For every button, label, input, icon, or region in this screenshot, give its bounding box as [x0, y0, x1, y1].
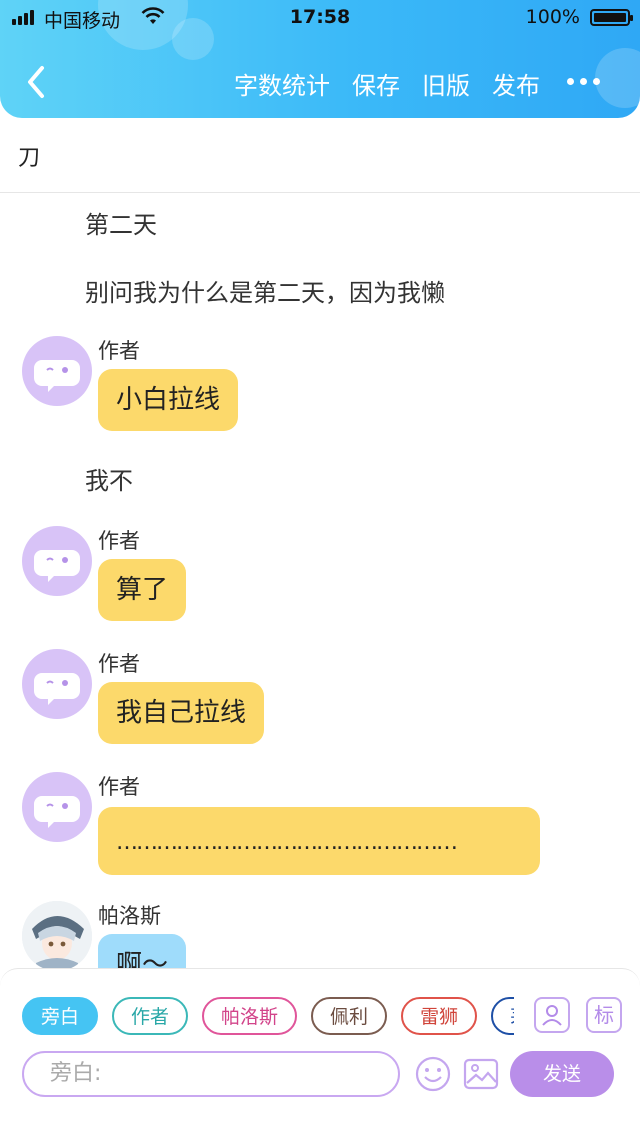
message-bubble[interactable]: …………………………………………… — [98, 807, 540, 875]
message-bubble[interactable]: 算了 — [98, 559, 187, 621]
speaker-name: 作者 — [98, 775, 140, 799]
word-count-button[interactable]: 字数统计 — [234, 66, 330, 101]
battery-icon — [590, 9, 633, 26]
image-icon[interactable] — [462, 1055, 500, 1093]
dialogue-message[interactable]: 作者 我自己拉线 — [0, 646, 640, 756]
save-button[interactable]: 保存 — [352, 66, 400, 101]
status-bar: 中国移动 17:58 100% — [0, 0, 640, 36]
author-avatar[interactable] — [22, 772, 92, 842]
role-chip-leishi[interactable]: 雷狮 — [401, 997, 478, 1035]
message-bubble[interactable]: 小白拉线 — [98, 369, 239, 431]
chat-bubble-face-icon — [34, 673, 80, 705]
message-input[interactable]: 旁白: — [22, 1051, 400, 1097]
dialogue-message[interactable]: 帕洛斯 啊～ — [0, 898, 640, 968]
message-bubble[interactable]: 我自己拉线 — [98, 682, 265, 744]
speaker-name: 作者 — [98, 339, 140, 363]
character-portrait-icon — [22, 901, 92, 968]
battery-percent: 100% — [525, 6, 580, 28]
chat-bubble-face-icon — [34, 796, 80, 828]
composer-panel: 旁白 作者 帕洛斯 佩利 雷狮 茅 标 旁白: 发送 — [0, 968, 640, 1140]
publish-button[interactable]: 发布 — [492, 66, 540, 101]
speaker-name: 帕洛斯 — [98, 904, 161, 928]
old-version-button[interactable]: 旧版 — [422, 66, 470, 101]
speaker-name: 作者 — [98, 652, 140, 676]
dialogue-message[interactable]: 作者 算了 — [0, 523, 640, 633]
story-content: 第二天 别问我为什么是第二天，因为我懒 作者 小白拉线 我不 作者 算了 作者 … — [0, 193, 640, 968]
more-icon[interactable] — [567, 78, 600, 85]
role-chip-more[interactable]: 茅 — [491, 997, 514, 1035]
speaker-name: 作者 — [98, 529, 140, 553]
emoji-icon[interactable] — [414, 1055, 452, 1093]
back-icon[interactable] — [20, 62, 54, 102]
character-avatar[interactable] — [22, 901, 92, 968]
author-avatar[interactable] — [22, 336, 92, 406]
header: 中国移动 17:58 100% 字数统计 保存 旧版 发布 — [0, 0, 640, 118]
nav-actions: 字数统计 保存 旧版 发布 — [234, 66, 540, 101]
role-chip-narrator[interactable]: 旁白 — [22, 997, 99, 1035]
nav-bar: 字数统计 保存 旧版 发布 — [0, 48, 640, 118]
narration-text[interactable]: 第二天 — [85, 205, 157, 240]
role-chip-peili[interactable]: 佩利 — [311, 997, 388, 1035]
character-manage-icon[interactable] — [534, 997, 570, 1033]
narration-text[interactable]: 别问我为什么是第二天，因为我懒 — [85, 273, 445, 308]
narration-text[interactable]: 我不 — [85, 461, 133, 496]
role-chip-author[interactable]: 作者 — [112, 997, 189, 1035]
dialogue-message[interactable]: 作者 …………………………………………… — [0, 769, 640, 879]
tag-button[interactable]: 标 — [586, 997, 622, 1033]
dialogue-message[interactable]: 作者 小白拉线 — [0, 333, 640, 443]
chat-bubble-face-icon — [34, 550, 80, 582]
author-avatar[interactable] — [22, 526, 92, 596]
message-bubble[interactable]: 啊～ — [98, 934, 187, 968]
story-title[interactable]: 刀 — [18, 140, 40, 172]
chat-bubble-face-icon — [34, 360, 80, 392]
role-chip-palos[interactable]: 帕洛斯 — [202, 997, 298, 1035]
role-selector: 旁白 作者 帕洛斯 佩利 雷狮 茅 — [22, 997, 514, 1035]
send-button[interactable]: 发送 — [510, 1051, 614, 1097]
author-avatar[interactable] — [22, 649, 92, 719]
